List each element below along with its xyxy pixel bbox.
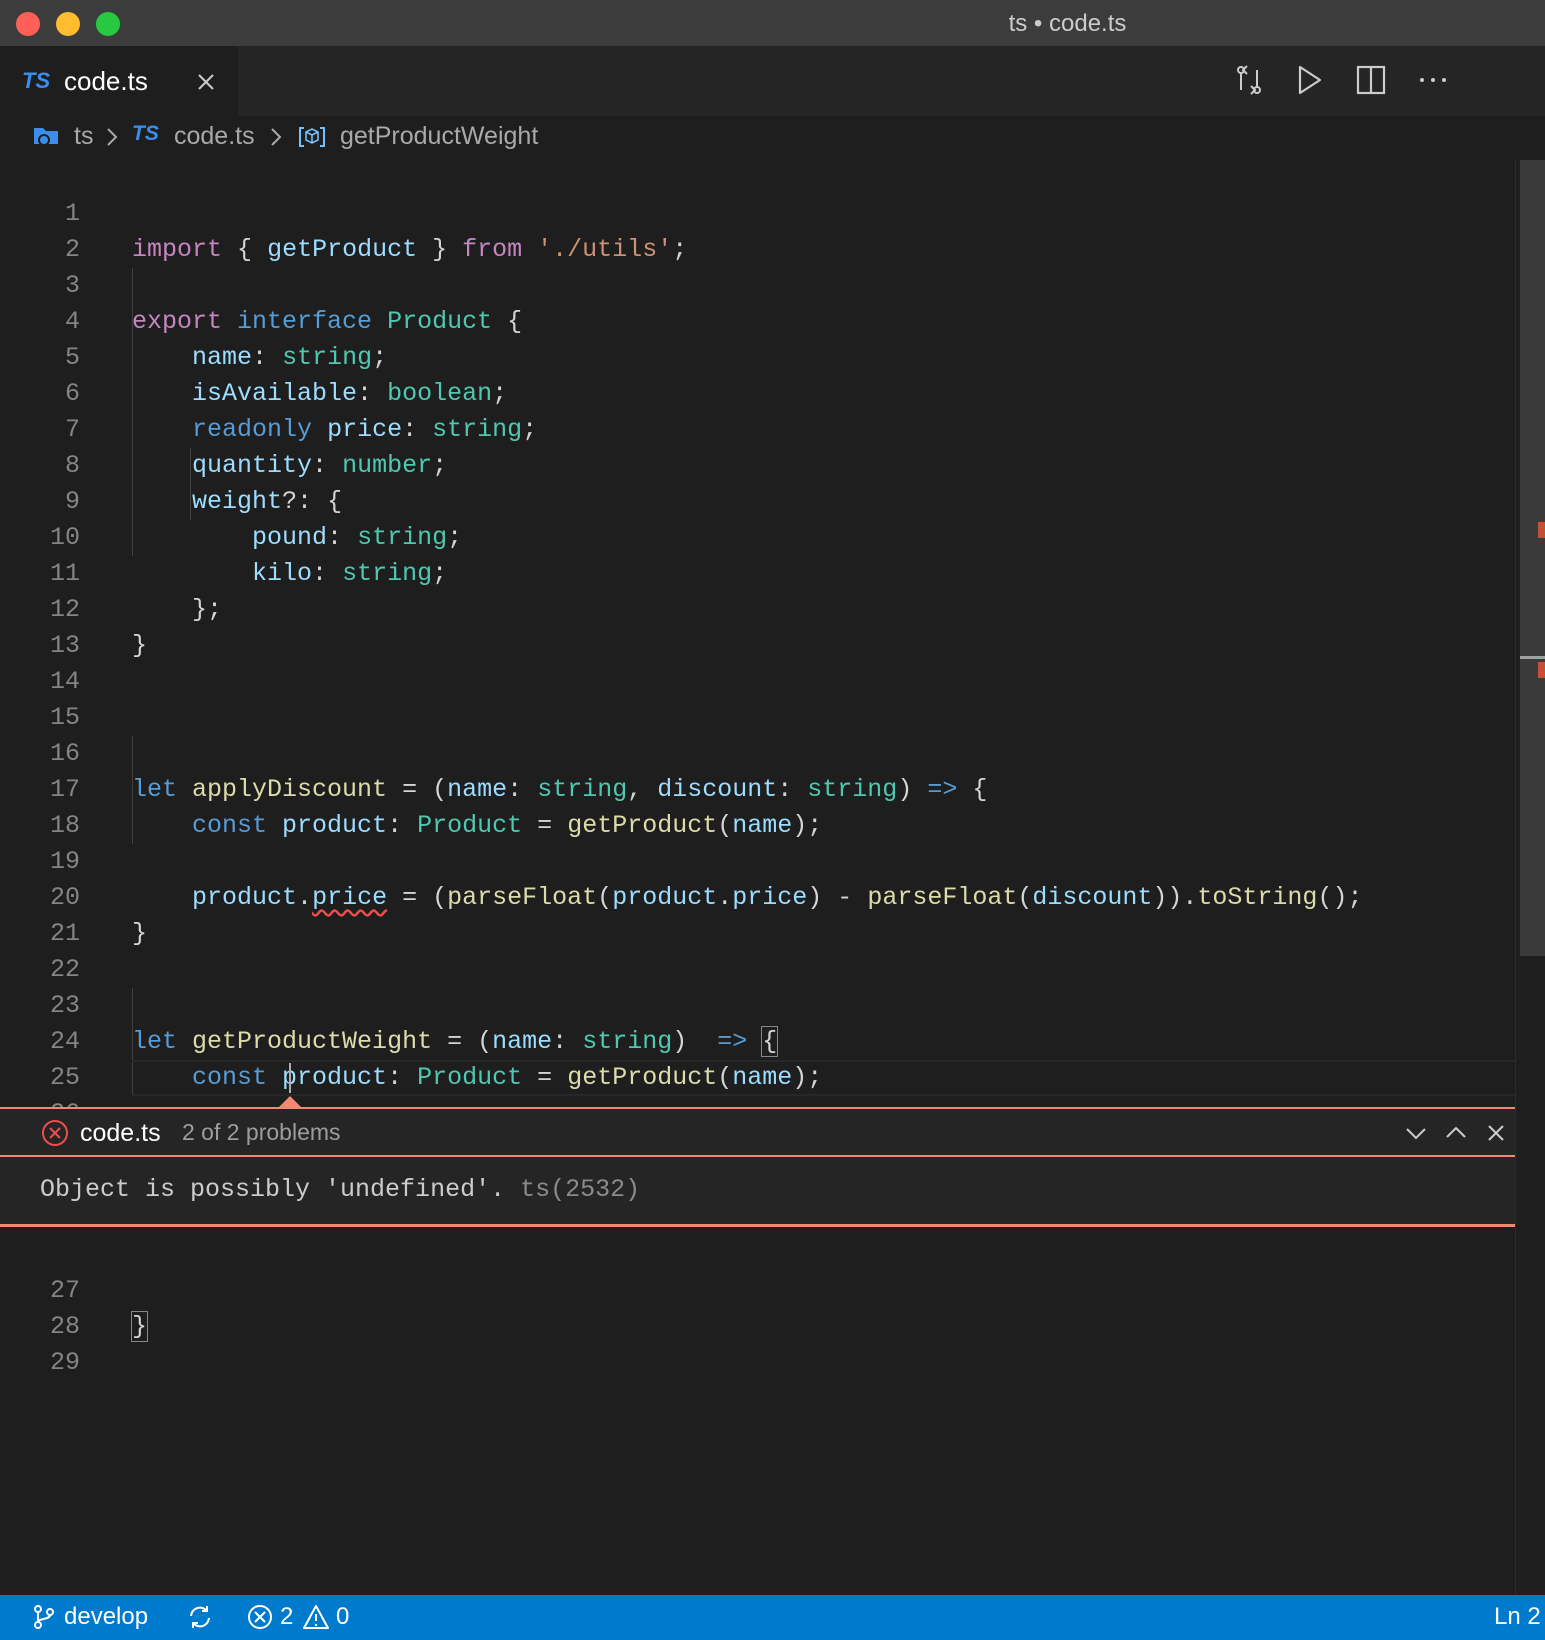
warning-icon[interactable] xyxy=(302,1603,330,1631)
split-editor-icon[interactable] xyxy=(1351,60,1391,100)
typescript-file-icon: TS xyxy=(132,122,159,145)
code-line: 24 const product: Product = getProduct(n… xyxy=(0,988,1515,1092)
breadcrumb-symbol[interactable]: getProductWeight xyxy=(340,122,538,151)
code-line: 17 const product: Product = getProduct(n… xyxy=(0,736,1515,840)
peek-file-name: code.ts xyxy=(80,1119,161,1147)
code-line: 9 pound: string; xyxy=(0,448,1515,552)
code-line: 20 } xyxy=(0,844,1515,948)
cursor-marker xyxy=(1520,656,1545,659)
folder-icon xyxy=(32,120,62,150)
close-icon[interactable] xyxy=(188,64,224,100)
line-number: 29 xyxy=(49,1348,80,1377)
code-line: 6 readonly price: string; xyxy=(0,340,1515,444)
code-line: 27 } xyxy=(0,1237,1515,1342)
previous-problem-icon[interactable] xyxy=(1440,1117,1472,1149)
text-cursor xyxy=(289,1063,291,1093)
code-line: 7 quantity: number; xyxy=(0,376,1515,480)
open-changes-icon[interactable] xyxy=(1229,60,1269,100)
code-line: 13 xyxy=(0,592,1515,660)
problem-text: Object is possibly 'undefined'. xyxy=(40,1175,506,1204)
git-branch-icon xyxy=(30,1603,58,1631)
cursor-position[interactable]: Ln 2 xyxy=(1494,1603,1541,1631)
typescript-file-icon: TS xyxy=(22,68,51,93)
next-problem-icon[interactable] xyxy=(1400,1117,1432,1149)
tab-bar: TS code.ts xyxy=(0,46,1545,116)
error-icon[interactable] xyxy=(246,1603,274,1631)
status-bar: develop 2 0 Ln 2 xyxy=(0,1595,1545,1640)
code-line: 11 }; xyxy=(0,520,1515,624)
git-branch[interactable]: develop xyxy=(64,1603,148,1631)
close-icon[interactable] xyxy=(1480,1117,1512,1149)
code-line: 18 xyxy=(0,772,1515,840)
problem-code: ts(2532) xyxy=(520,1175,641,1204)
code-line: 4 name: string; xyxy=(0,268,1515,372)
warning-count[interactable]: 0 xyxy=(336,1603,349,1631)
error-marker xyxy=(1538,662,1545,678)
code-line: 25 xyxy=(0,1024,1515,1092)
code-line: 29 xyxy=(0,1309,1515,1377)
code-line: 15 xyxy=(0,664,1515,732)
tab-label: code.ts xyxy=(64,66,148,96)
problem-message: Object is possibly 'undefined'. ts(2532) xyxy=(40,1175,640,1204)
code-line: 10 kilo: string; xyxy=(0,484,1515,588)
chevron-right-icon xyxy=(102,124,122,150)
peek-problem-count: 2 of 2 problems xyxy=(182,1119,341,1145)
problem-peek-widget: code.ts 2 of 2 problems Object is possib… xyxy=(0,1107,1515,1227)
code-line: 22 xyxy=(0,916,1515,984)
peek-header: code.ts 2 of 2 problems xyxy=(0,1107,1515,1157)
breadcrumb-file[interactable]: code.ts xyxy=(174,122,255,151)
vertical-scrollbar[interactable] xyxy=(1515,160,1545,1595)
breadcrumb: ts TS code.ts getProductWeight xyxy=(0,116,1545,160)
window-title: ts • code.ts xyxy=(1008,10,1127,37)
title-bar: ts • code.ts xyxy=(0,0,1545,46)
error-icon xyxy=(40,1118,70,1148)
code-line: 8 weight?: { xyxy=(0,412,1515,516)
code-line: 16 let applyDiscount = (name: string, di… xyxy=(0,700,1515,804)
code-line: 19 product.price = (parseFloat(product.p… xyxy=(0,808,1515,912)
code-line: 23 let getProductWeight = (name: string)… xyxy=(0,952,1515,1057)
code-line: 21 xyxy=(0,880,1515,948)
code-line: 26 return product.weight.pound; xyxy=(0,1060,1515,1164)
error-count[interactable]: 2 xyxy=(280,1603,293,1631)
variable-symbol-icon xyxy=(296,124,328,150)
sync-icon[interactable] xyxy=(186,1603,214,1631)
peek-body: Object is possibly 'undefined'. ts(2532) xyxy=(0,1157,1515,1227)
error-marker xyxy=(1538,522,1545,538)
tab-code-ts[interactable]: TS code.ts xyxy=(0,46,238,116)
code-line: 28 xyxy=(0,1273,1515,1341)
peek-pointer xyxy=(279,1096,301,1107)
chevron-right-icon xyxy=(266,124,286,150)
code-line: 5 isAvailable: boolean; xyxy=(0,304,1515,408)
code-editor[interactable]: 1 import { getProduct } from './utils'; … xyxy=(0,160,1515,1595)
code-line: 3 export interface Product { xyxy=(0,232,1515,336)
breadcrumb-folder[interactable]: ts xyxy=(74,122,93,151)
code-line: 1 import { getProduct } from './utils'; xyxy=(0,160,1515,264)
run-icon[interactable] xyxy=(1289,60,1329,100)
code-line: 2 xyxy=(0,196,1515,264)
scrollbar-thumb[interactable] xyxy=(1520,160,1545,956)
more-actions-icon[interactable] xyxy=(1413,60,1453,100)
code-line: 14 xyxy=(0,628,1515,696)
code-line: 12 } xyxy=(0,556,1515,660)
